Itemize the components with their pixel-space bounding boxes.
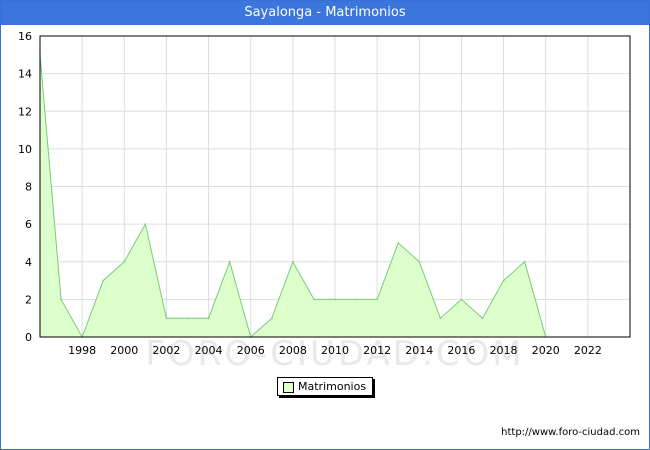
x-tick-label: 2006 bbox=[237, 344, 265, 357]
x-tick-label: 2020 bbox=[532, 344, 560, 357]
data-point bbox=[439, 317, 442, 319]
y-tick-label: 0 bbox=[25, 331, 32, 344]
y-tick-label: 14 bbox=[18, 68, 32, 81]
data-point bbox=[102, 279, 105, 282]
x-tick-label: 2022 bbox=[574, 344, 602, 357]
y-tick-label: 10 bbox=[18, 143, 32, 156]
x-tick-label: 2014 bbox=[405, 344, 433, 357]
data-point bbox=[334, 298, 336, 301]
data-point bbox=[523, 260, 526, 263]
data-point bbox=[207, 317, 210, 319]
data-point bbox=[376, 298, 378, 301]
data-point bbox=[355, 298, 357, 301]
data-point bbox=[502, 279, 505, 282]
x-tick-label: 2008 bbox=[279, 344, 307, 357]
data-point bbox=[228, 260, 231, 263]
x-tick-label: 2012 bbox=[363, 344, 391, 357]
data-point bbox=[270, 317, 273, 319]
data-point bbox=[123, 260, 126, 263]
x-tick-label: 2002 bbox=[152, 344, 180, 357]
data-point bbox=[165, 317, 168, 319]
data-point bbox=[460, 298, 463, 301]
x-tick-label: 2010 bbox=[321, 344, 349, 357]
y-tick-label: 12 bbox=[18, 105, 32, 118]
legend: Matrimonios bbox=[277, 377, 373, 396]
y-tick-label: 4 bbox=[25, 256, 32, 269]
data-point bbox=[481, 317, 484, 319]
x-tick-label: 2018 bbox=[490, 344, 518, 357]
x-tick-label: 2016 bbox=[447, 344, 475, 357]
data-point bbox=[60, 298, 62, 301]
y-tick-label: 6 bbox=[25, 218, 32, 231]
data-point bbox=[313, 298, 315, 301]
y-tick-label: 16 bbox=[18, 30, 32, 43]
footer-url: http://www.foro-ciudad.com bbox=[501, 427, 640, 438]
x-tick-label: 2000 bbox=[110, 344, 138, 357]
x-tick-label: 1998 bbox=[68, 344, 96, 357]
legend-swatch bbox=[283, 382, 294, 393]
legend-label: Matrimonios bbox=[298, 380, 367, 393]
y-tick-label: 8 bbox=[25, 181, 32, 194]
x-tick-label: 2004 bbox=[195, 344, 223, 357]
data-point bbox=[292, 260, 294, 263]
data-point bbox=[186, 317, 189, 319]
data-point bbox=[418, 260, 421, 263]
y-tick-label: 2 bbox=[25, 293, 32, 306]
data-point bbox=[144, 223, 147, 225]
data-point bbox=[397, 242, 400, 244]
